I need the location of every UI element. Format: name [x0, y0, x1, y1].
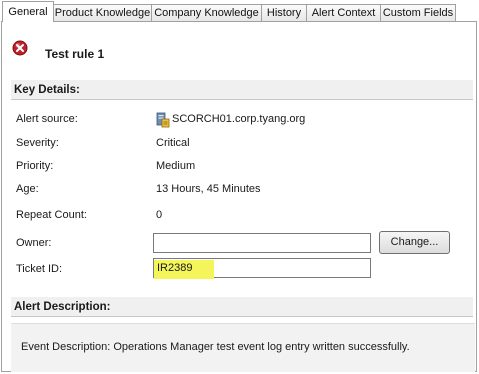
- repeat-count-label: Repeat Count:: [16, 209, 87, 221]
- severity-label: Severity:: [16, 137, 59, 149]
- age-value: 13 Hours, 45 Minutes: [156, 183, 261, 195]
- tab-product-knowledge[interactable]: Product Knowledge: [53, 4, 152, 21]
- owner-field[interactable]: [153, 233, 371, 253]
- general-panel: [1, 21, 477, 372]
- ticket-id-value[interactable]: IR2389: [157, 262, 192, 274]
- change-owner-button[interactable]: Change...: [379, 231, 450, 254]
- tab-strip: General Product Knowledge Company Knowle…: [0, 0, 479, 22]
- tab-history[interactable]: History: [261, 4, 307, 21]
- tab-general[interactable]: General: [2, 1, 54, 22]
- alert-description-box: Event Description: Operations Manager te…: [11, 323, 475, 372]
- tab-company-knowledge[interactable]: Company Knowledge: [151, 4, 262, 21]
- repeat-count-value: 0: [156, 209, 163, 221]
- owner-label: Owner:: [16, 237, 52, 249]
- severity-value: Critical: [156, 137, 190, 149]
- age-label: Age:: [16, 183, 39, 195]
- ticket-id-label: Ticket ID:: [16, 263, 63, 275]
- tab-custom-fields[interactable]: Custom Fields: [380, 4, 456, 21]
- server-icon: [156, 112, 170, 128]
- alert-description-text: Event Description: Operations Manager te…: [21, 341, 410, 353]
- key-details-heading: Key Details:: [11, 80, 473, 100]
- alert-source-value[interactable]: SCORCH01.corp.tyang.org: [172, 113, 305, 125]
- alert-description-heading: Alert Description:: [11, 297, 473, 317]
- priority-label: Priority:: [16, 160, 54, 172]
- error-icon: [12, 40, 28, 56]
- alert-source-label: Alert source:: [16, 113, 78, 125]
- tab-alert-context[interactable]: Alert Context: [306, 4, 381, 21]
- alert-rule-name: Test rule 1: [45, 47, 105, 61]
- priority-value: Medium: [156, 160, 196, 172]
